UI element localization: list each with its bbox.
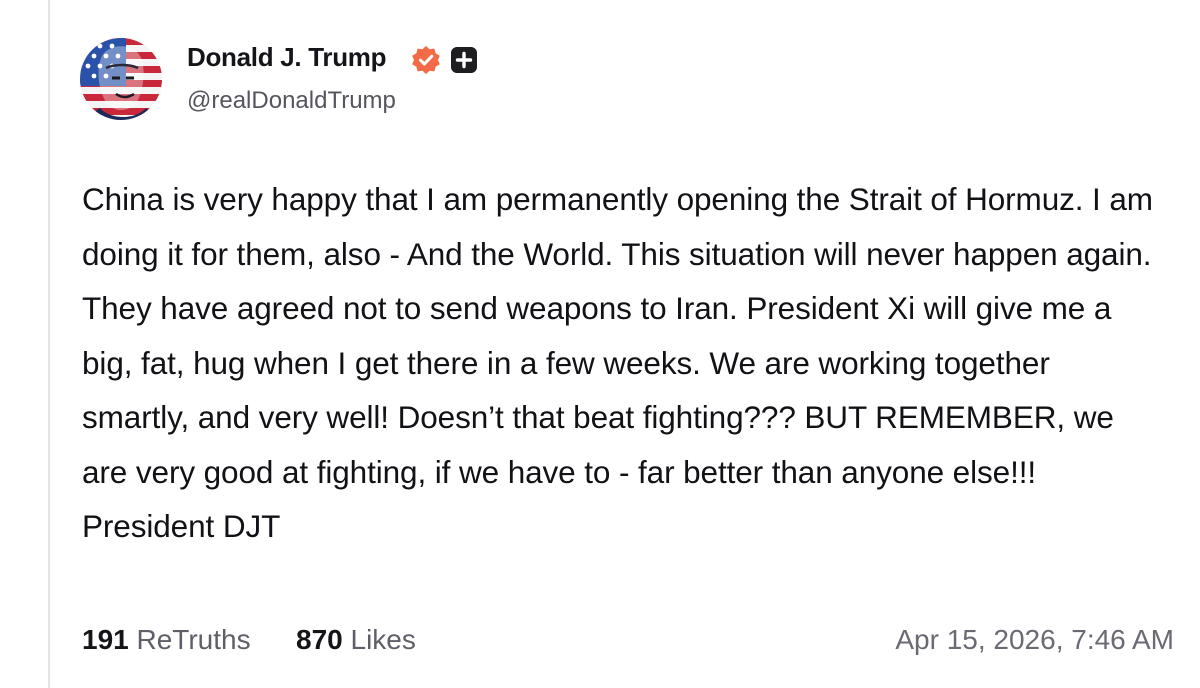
author-handle[interactable]: @realDonaldTrump (187, 87, 396, 115)
author-display-name[interactable]: Donald J. Trump (187, 42, 386, 73)
thread-divider (48, 0, 50, 688)
verified-check-icon (412, 46, 440, 74)
avatar-flag-portrait-icon (80, 38, 162, 120)
retruths-count: 191 (82, 624, 129, 655)
author-avatar[interactable] (80, 38, 162, 120)
plus-square-icon (451, 47, 477, 73)
retruths-stat[interactable]: 191 ReTruths (82, 624, 251, 656)
post-footer: 191 ReTruths 870 Likes Apr 15, 2026, 7:4… (82, 624, 1174, 668)
likes-count: 870 (296, 624, 343, 655)
likes-label: Likes (350, 624, 416, 655)
post-body: China is very happy that I am permanentl… (82, 181, 1153, 544)
likes-stat[interactable]: 870 Likes (296, 624, 416, 656)
retruths-label: ReTruths (136, 624, 251, 655)
truth-post: Donald J. Trump @realDonaldTrump China i… (0, 0, 1200, 688)
post-timestamp[interactable]: Apr 15, 2026, 7:46 AM (895, 624, 1174, 656)
